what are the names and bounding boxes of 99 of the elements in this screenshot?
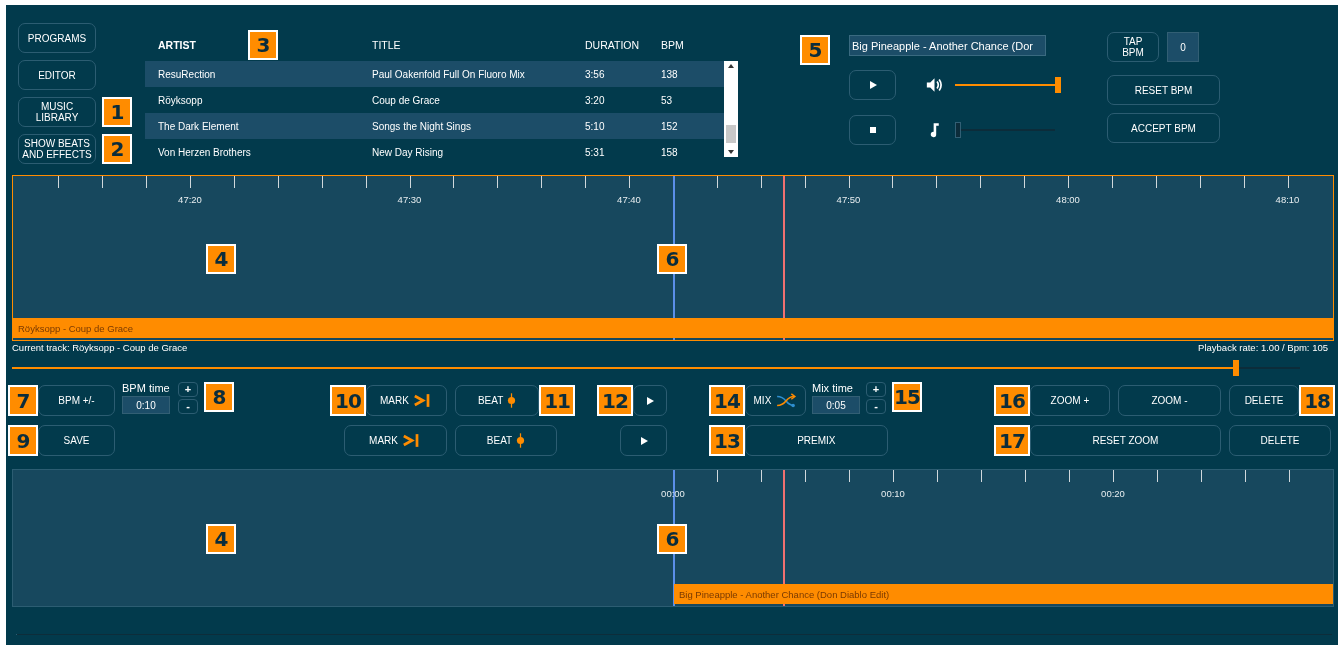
time-label: 00:10	[881, 488, 905, 499]
tap-bpm-button[interactable]: TAP BPM	[1107, 32, 1159, 62]
beat-marker-icon	[516, 433, 526, 448]
table-cell-text: Songs the Night Sings	[372, 120, 472, 132]
stop-icon	[867, 125, 878, 135]
mix-time-field[interactable]: 0:05	[812, 396, 860, 414]
table-cell-text: ResuRection	[158, 68, 217, 80]
position-slider[interactable]	[12, 360, 1300, 376]
column-header: BPM	[661, 39, 684, 51]
playback-rate-text: Playback rate: 1.00 / Bpm: 105	[1198, 342, 1328, 355]
timeline[interactable]: 47:20 47:30 47:40 47:50 48:00 48:10 4 6 Röyksopp - Coup de Grace	[12, 175, 1334, 341]
reset-bpm-button[interactable]: RESET BPM	[1107, 75, 1220, 105]
beat-marker-icon	[507, 393, 517, 408]
mix-time-label: Mix time	[812, 382, 854, 394]
time-label: 47:50	[836, 194, 861, 205]
callout-badge: 6	[657, 244, 687, 274]
callout-badge: 9	[8, 425, 38, 456]
mix-button[interactable]: MIX	[744, 385, 806, 416]
track-clip[interactable]: Big Pineapple - Another Chance (Don Diablo Edit)	[674, 584, 1333, 604]
table-row[interactable]: Von Herzen Brothers New Day Rising 5:31 158	[145, 139, 724, 165]
time-label: 48:00	[1056, 194, 1080, 205]
callout-badge: 1	[102, 97, 132, 127]
table-cell-text: 158	[661, 146, 679, 158]
zoom-out-button[interactable]: ZOOM -	[1118, 385, 1221, 416]
increment-button[interactable]: +	[866, 382, 886, 397]
table-row[interactable]: Röyksopp Coup de Grace 3:20 53	[145, 87, 724, 113]
callout-badge: 5	[800, 35, 830, 65]
reset-zoom-button[interactable]: RESET ZOOM	[1029, 425, 1221, 456]
delete-button[interactable]: DELETE	[1229, 425, 1331, 456]
time-label: 00:20	[1101, 488, 1125, 499]
callout-badge: 15	[892, 382, 922, 412]
play-button[interactable]	[632, 385, 667, 416]
track-field[interactable]: Big Pineapple - Another Chance (Dor	[849, 35, 1046, 56]
time-label: 47:20	[178, 194, 202, 205]
table-row[interactable]: ResuRection Paul Oakenfold Full On Fluoro Mix 3:56 138	[145, 61, 724, 87]
volume-slider[interactable]	[955, 77, 1061, 93]
callout-badge: 3	[247, 30, 278, 60]
callout-badge: 16	[994, 385, 1030, 416]
table-cell-text: 138	[661, 68, 679, 80]
table-cell-text: Röyksopp	[158, 94, 204, 106]
beat-button[interactable]: BEAT	[455, 425, 557, 456]
table-cell-text: New Day Rising	[372, 146, 445, 158]
crossfade-icon	[775, 392, 798, 409]
tap-count: 0	[1167, 32, 1199, 62]
decrement-button[interactable]: -	[178, 399, 198, 414]
play-icon	[638, 435, 649, 446]
premix-button[interactable]: PREMIX	[744, 425, 888, 456]
callout-badge: 12	[597, 385, 633, 416]
bpm-time-field[interactable]: 0:10	[122, 396, 170, 414]
mark-button[interactable]: MARK	[344, 425, 447, 456]
speaker-icon	[926, 77, 943, 93]
mark-button[interactable]: MARK	[365, 385, 447, 416]
table-cell-text: 3:56	[585, 68, 606, 80]
callout-badge: 6	[657, 524, 687, 554]
time-label: 47:30	[397, 194, 422, 205]
play-icon	[867, 80, 878, 90]
table-cell-text: Paul Oakenfold Full On Fluoro Mix	[372, 68, 526, 80]
column-header: DURATION	[585, 39, 640, 51]
table-cell-text: 152	[661, 120, 679, 132]
callout-badge: 13	[709, 425, 745, 456]
callout-badge: 7	[8, 385, 38, 416]
table-cell-text: 3:20	[585, 94, 606, 106]
bpm-adjust-button[interactable]: BPM +/-	[38, 385, 115, 416]
stop-button[interactable]	[849, 115, 896, 145]
increment-button[interactable]: +	[178, 382, 198, 397]
scrollbar[interactable]	[724, 61, 738, 157]
bpm-time-label: BPM time	[122, 382, 171, 394]
time-label: 48:10	[1275, 194, 1300, 205]
callout-badge: 11	[539, 385, 575, 416]
callout-badge: 2	[102, 134, 132, 164]
nav-button[interactable]: SHOW BEATS AND EFFECTS	[18, 134, 96, 164]
callout-badge: 4	[206, 244, 236, 274]
zoom-in-button[interactable]: ZOOM +	[1029, 385, 1110, 416]
table-cell-text: Von Herzen Brothers	[158, 146, 252, 158]
decrement-button[interactable]: -	[866, 399, 886, 414]
column-header: TITLE	[372, 39, 401, 51]
callout-badge: 8	[204, 382, 234, 412]
callout-badge: 10	[330, 385, 366, 416]
table-cell-text: The Dark Element	[158, 120, 240, 132]
callout-badge: 18	[1299, 385, 1335, 416]
table-cell-text: 5:10	[585, 120, 606, 132]
table-row[interactable]: The Dark Element Songs the Night Sings 5:10 152	[145, 113, 724, 139]
table-cell-text: 5:31	[585, 146, 606, 158]
callout-badge: 4	[206, 524, 236, 554]
play-icon	[644, 395, 655, 406]
callout-badge: 17	[994, 425, 1030, 456]
table-cell-text: 53	[661, 94, 674, 106]
scroll-thumb[interactable]	[726, 125, 736, 143]
table-cell-text: Coup de Grace	[372, 94, 441, 106]
callout-badge: 14	[709, 385, 745, 416]
nav-button[interactable]: PROGRAMS	[18, 23, 96, 53]
save-button[interactable]: SAVE	[38, 425, 115, 456]
nav-button[interactable]: EDITOR	[18, 60, 96, 90]
track-clip[interactable]: Röyksopp - Coup de Grace	[13, 318, 1333, 338]
time-label: 47:40	[617, 194, 641, 205]
nav-button[interactable]: MUSIC LIBRARY	[18, 97, 96, 127]
column-header: ARTIST	[158, 39, 196, 51]
current-track-text: Current track: Röyksopp - Coup de Grace	[12, 342, 188, 355]
accept-bpm-button[interactable]: ACCEPT BPM	[1107, 113, 1220, 143]
